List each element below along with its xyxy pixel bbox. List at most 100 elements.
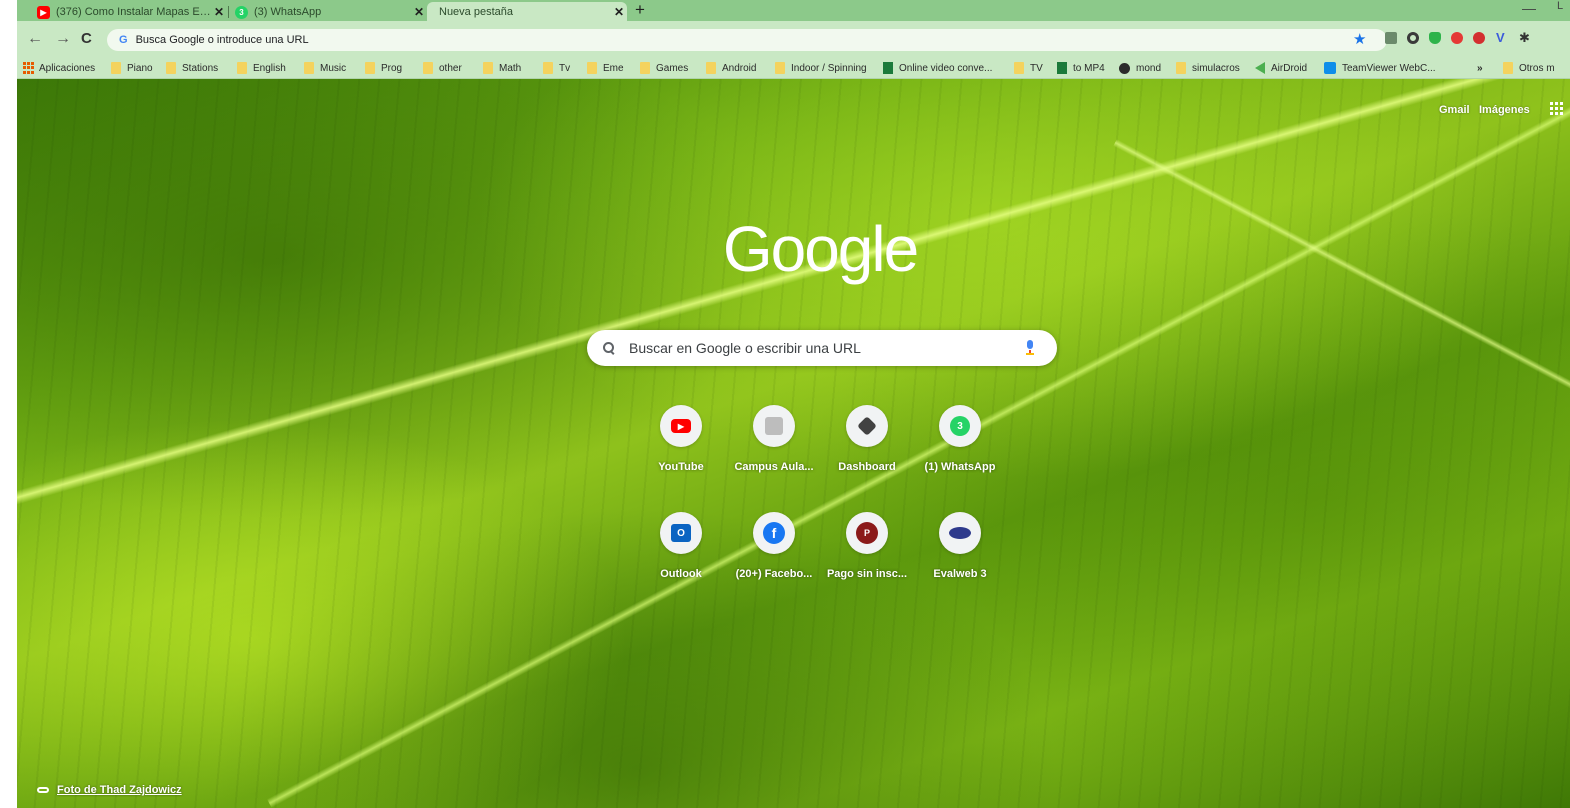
new-tab-button[interactable]: + <box>635 1 645 19</box>
bookmark-math[interactable]: Math <box>483 61 521 75</box>
outlook-icon: O <box>671 524 691 542</box>
forward-button[interactable]: → <box>55 30 71 48</box>
google-apps-icon[interactable] <box>1550 102 1563 115</box>
youtube-icon: ▶ <box>37 5 50 19</box>
shortcut-icon-circle: ▶ <box>660 405 702 447</box>
bookmark-label: to MP4 <box>1073 62 1105 74</box>
address-bar[interactable]: G Busca Google o introduce una URL <box>107 29 1387 51</box>
folder-icon <box>483 62 493 74</box>
shortcut-dashboard[interactable]: Dashboard <box>823 397 911 489</box>
search-box[interactable] <box>587 330 1057 366</box>
google-icon: G <box>119 34 128 46</box>
bookmark-tv[interactable]: TV <box>1014 61 1043 75</box>
shortcut-label: Pago sin insc... <box>826 568 908 580</box>
shortcut-icon-circle: f <box>753 512 795 554</box>
shield-extension-icon[interactable] <box>1429 32 1441 44</box>
bookmark-to-mp4[interactable]: to MP4 <box>1057 61 1105 75</box>
new-tab-page: Gmail Imágenes Google ▶ YouTube Campus A… <box>17 79 1570 808</box>
shortcut-label: Campus Aula... <box>734 461 814 473</box>
bookmark-other[interactable]: other <box>423 61 462 75</box>
bookmark-games[interactable]: Games <box>640 61 688 75</box>
teamviewer-icon <box>1324 62 1336 74</box>
shortcut-label: Dashboard <box>838 461 896 473</box>
chevron-double-right-icon: » <box>1477 62 1483 74</box>
bookmark-eme[interactable]: Eme <box>587 61 624 75</box>
reload-button[interactable]: C <box>81 30 92 48</box>
folder-icon <box>166 62 176 74</box>
shortcut-icon-circle: 3 <box>939 405 981 447</box>
shortcut-youtube[interactable]: ▶ YouTube <box>637 397 725 489</box>
bookmark-airdroid[interactable]: AirDroid <box>1255 61 1307 75</box>
tab-title: (376) Como Instalar Mapas En M <box>56 6 211 18</box>
photo-credit-link[interactable]: Foto de Thad Zajdowicz <box>57 784 182 796</box>
bookmark-indoor-spinning[interactable]: Indoor / Spinning <box>775 61 867 75</box>
bookmark-simulacros[interactable]: simulacros <box>1176 61 1240 75</box>
microphone-icon[interactable] <box>1026 340 1034 356</box>
bookmark-music[interactable]: Music <box>304 61 346 75</box>
shortcut-whatsapp[interactable]: 3 (1) WhatsApp <box>916 397 1004 489</box>
google-logo: Google <box>722 213 919 285</box>
evalweb-icon <box>949 527 971 539</box>
whatsapp-icon: 3 <box>235 5 248 19</box>
folder-icon <box>706 62 716 74</box>
browser-window: ▶ (376) Como Instalar Mapas En M ✕ 3 (3)… <box>17 0 1570 808</box>
link-icon <box>37 787 49 793</box>
close-icon[interactable]: ✕ <box>411 5 427 19</box>
bookmark-label: Prog <box>381 62 403 74</box>
bookmarks-overflow-button[interactable]: » <box>1477 61 1483 75</box>
folder-icon <box>775 62 785 74</box>
folder-icon <box>543 62 553 74</box>
bookmark-english[interactable]: English <box>237 61 286 75</box>
photo-credit[interactable]: Foto de Thad Zajdowicz <box>37 784 182 796</box>
close-icon[interactable]: ✕ <box>211 5 227 19</box>
bookmark-star-icon[interactable]: ★ <box>1353 30 1366 48</box>
bookmark-apps[interactable]: Aplicaciones <box>23 61 95 75</box>
browser-toolbar: ← → C G Busca Google o introduce una URL… <box>17 21 1570 57</box>
shortcut-facebook[interactable]: f (20+) Facebo... <box>730 504 818 596</box>
shortcut-pago-sin-inscripcion[interactable]: P Pago sin insc... <box>823 504 911 596</box>
bookmark-teamviewer[interactable]: TeamViewer WebC... <box>1324 61 1436 75</box>
bookmark-label: Otros m <box>1519 62 1555 74</box>
bookmark-label: Android <box>722 62 757 74</box>
bookmark-piano[interactable]: Piano <box>111 61 153 75</box>
bookmark-prog[interactable]: Prog <box>365 61 402 75</box>
folder-icon <box>423 62 433 74</box>
bookmark-label: Indoor / Spinning <box>791 62 867 74</box>
bookmark-label: English <box>253 62 286 74</box>
minimize-button[interactable]: — <box>1522 0 1536 16</box>
tab-whatsapp[interactable]: 3 (3) WhatsApp ✕ <box>229 3 427 21</box>
window-control[interactable]: L <box>1557 0 1563 12</box>
sync-extension-icon[interactable] <box>1407 32 1419 44</box>
tab-title: (3) WhatsApp <box>254 6 322 18</box>
images-link[interactable]: Imágenes <box>1479 104 1530 116</box>
back-button[interactable]: ← <box>27 30 43 48</box>
youtube-icon: ▶ <box>671 419 691 433</box>
whatsapp-icon: 3 <box>950 416 970 436</box>
gmail-link[interactable]: Gmail <box>1439 104 1470 116</box>
bookmark-other-bookmarks[interactable]: Otros m <box>1503 61 1555 75</box>
bookmark-tv-folder[interactable]: Tv <box>543 61 570 75</box>
red-extension-icon-2[interactable] <box>1473 32 1485 44</box>
address-bar-text[interactable]: Busca Google o introduce una URL <box>136 34 309 46</box>
folder-icon <box>587 62 597 74</box>
reading-list-icon[interactable] <box>1385 32 1397 44</box>
v-extension-icon[interactable]: V <box>1496 30 1505 45</box>
bookmark-online-video-converter[interactable]: Online video conve... <box>883 61 992 75</box>
close-icon[interactable]: ✕ <box>611 5 627 19</box>
red-extension-icon[interactable] <box>1451 32 1463 44</box>
folder-icon <box>640 62 650 74</box>
shortcut-icon-circle: P <box>846 512 888 554</box>
extensions-puzzle-icon[interactable]: ✱ <box>1519 30 1530 46</box>
bookmark-mond[interactable]: mond <box>1119 61 1161 75</box>
bookmark-label: TeamViewer WebC... <box>1342 62 1436 74</box>
shortcut-campus-aula[interactable]: Campus Aula... <box>730 397 818 489</box>
tab-youtube[interactable]: ▶ (376) Como Instalar Mapas En M ✕ <box>31 3 227 21</box>
search-input[interactable] <box>629 340 989 356</box>
bookmark-label: Stations <box>182 62 219 74</box>
bookmark-android[interactable]: Android <box>706 61 756 75</box>
shortcut-outlook[interactable]: O Outlook <box>637 504 725 596</box>
folder-icon <box>1176 62 1186 74</box>
bookmark-stations[interactable]: Stations <box>166 61 218 75</box>
shortcut-evalweb[interactable]: Evalweb 3 <box>916 504 1004 596</box>
tab-new-tab[interactable]: Nueva pestaña ✕ <box>427 2 627 21</box>
